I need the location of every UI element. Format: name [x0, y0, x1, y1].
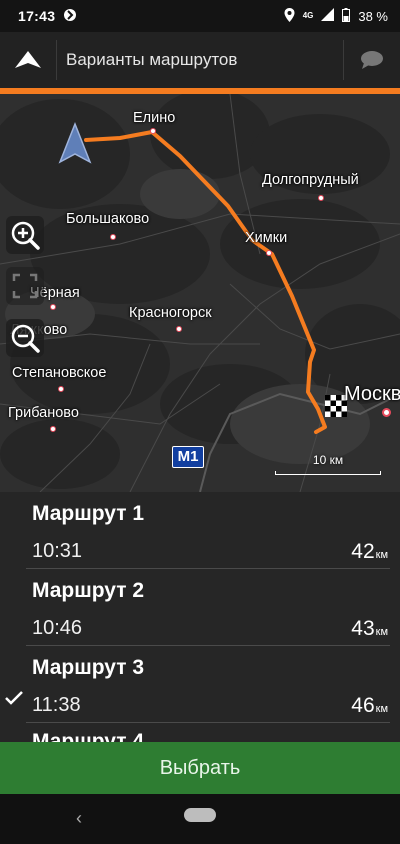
- chat-bubble-icon: [361, 51, 383, 69]
- battery-icon: [342, 7, 351, 25]
- route-arrival-time: 11:38: [32, 694, 81, 716]
- route-name: Маршрут 2: [32, 579, 145, 602]
- place-dot: [50, 426, 56, 432]
- place-label-moscow: Москва: [344, 383, 400, 405]
- app-notification-icon: [63, 8, 77, 25]
- place-dot: [50, 304, 56, 310]
- place-label-stepanovskoe: Степановское: [12, 365, 107, 381]
- zoom-in-button[interactable]: [6, 216, 44, 254]
- route-arrival-time: 10:31: [32, 540, 83, 562]
- zoom-in-icon: [11, 221, 40, 250]
- place-label-bolshakovo: Большаково: [66, 211, 150, 227]
- route-distance: 46км: [351, 694, 388, 717]
- network-indicator: 4G: [302, 11, 314, 20]
- system-home-button[interactable]: [184, 808, 216, 822]
- place-label-khimki: Химки: [245, 230, 288, 246]
- route-distance: 42км: [351, 540, 388, 563]
- map-scale-label: 10 км: [312, 453, 344, 467]
- zoom-out-button[interactable]: [6, 319, 44, 357]
- route-item-3[interactable]: Маршрут 3 11:38 46км: [0, 646, 400, 724]
- signal-icon: [321, 8, 335, 24]
- select-route-button[interactable]: Выбрать: [0, 742, 400, 794]
- fullscreen-icon: [12, 273, 38, 299]
- place-dot: [150, 128, 156, 134]
- system-nav-bar: ‹: [0, 794, 400, 844]
- header: Варианты маршрутов: [0, 32, 400, 88]
- capital-dot: [382, 408, 391, 417]
- place-dot: [266, 250, 272, 256]
- map-scale: 10 км: [275, 453, 381, 481]
- location-icon: [284, 7, 295, 25]
- checkmark-icon: [5, 691, 23, 705]
- route-name: Маршрут 3: [32, 656, 145, 679]
- road-sign-m1: M1: [172, 446, 204, 468]
- chat-button[interactable]: [344, 32, 400, 88]
- page-title: Варианты маршрутов: [66, 50, 238, 69]
- battery-percent: 38 %: [358, 8, 388, 24]
- clock: 17:43: [18, 8, 56, 24]
- place-dot: [318, 195, 324, 201]
- route-item-1[interactable]: Маршрут 1 10:31 42км: [0, 492, 400, 570]
- system-back-button[interactable]: ‹: [76, 808, 82, 829]
- status-bar: 17:43 4G 38 %: [0, 0, 400, 32]
- map-scale-bar: [275, 471, 381, 475]
- navigation-arrow-button[interactable]: [0, 32, 56, 88]
- route-item-2[interactable]: Маршрут 2 10:46 43км: [0, 569, 400, 647]
- fullscreen-button[interactable]: [6, 267, 44, 305]
- place-label-dolgoprudny: Долгопрудный: [262, 172, 359, 188]
- route-arrival-time: 10:46: [32, 617, 83, 639]
- place-dot: [110, 234, 116, 240]
- route-distance: 43км: [351, 617, 388, 640]
- map-view[interactable]: Елино Долгопрудный Большаково Химки Чёрн…: [0, 94, 400, 492]
- place-label-elino: Елино: [133, 110, 176, 126]
- place-label-gribanovo: Грибаново: [8, 405, 79, 421]
- navigation-arrow-icon: [15, 51, 41, 68]
- place-dot: [176, 326, 182, 332]
- routes-list[interactable]: Маршрут 1 10:31 42км Маршрут 2 10:46 43к…: [0, 492, 400, 742]
- place-dot: [58, 386, 64, 392]
- route-name: Маршрут 1: [32, 502, 145, 525]
- place-label-krasnogorsk: Красногорск: [129, 305, 212, 321]
- route-item-4[interactable]: Маршрут 4: [0, 720, 400, 742]
- route-name: Маршрут 4: [32, 730, 145, 742]
- zoom-out-icon: [11, 324, 40, 353]
